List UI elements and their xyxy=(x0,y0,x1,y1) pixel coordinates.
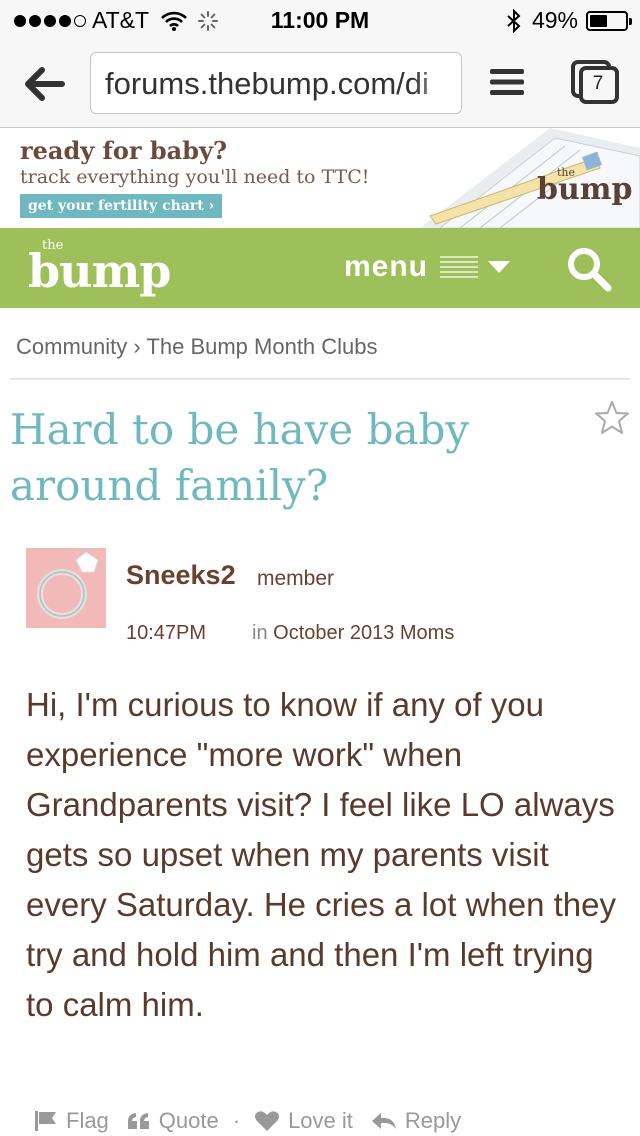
reply-label: Reply xyxy=(404,1108,462,1133)
url-fade xyxy=(413,53,461,113)
battery-percent: 49% xyxy=(531,7,578,33)
chevron-down-icon xyxy=(488,261,511,273)
url-text: forums.thebump.com/di xyxy=(105,66,429,101)
status-bar: AT&T 11:00 PM 49% xyxy=(0,0,640,40)
the-bump-logo[interactable]: the bump xyxy=(28,234,171,304)
site-header: the bump menu xyxy=(0,228,640,308)
thread-title: Hard to be have baby around family? xyxy=(10,405,470,510)
banner-brand-text: bump xyxy=(537,172,633,207)
reply-button[interactable]: Reply xyxy=(371,1108,461,1134)
fertility-chart-banner-ad[interactable]: ready for baby? track everything you'll … xyxy=(0,128,640,228)
flag-button[interactable]: Flag xyxy=(34,1108,109,1134)
love-it-button[interactable]: Love it xyxy=(254,1108,353,1134)
logo-text: bump xyxy=(28,244,171,298)
flag-icon xyxy=(35,1111,56,1131)
ring-avatar-image xyxy=(26,548,106,628)
post-location: in October 2013 Moms xyxy=(252,622,454,645)
tabs-count: 7 xyxy=(592,73,604,94)
love-it-label: Love it xyxy=(288,1108,353,1133)
post-actions: Flag Quote · Love it Reply xyxy=(34,1108,479,1134)
battery-icon xyxy=(586,10,632,31)
breadcrumb-month-clubs[interactable]: The Bump Month Clubs xyxy=(146,334,377,359)
site-menu-toggle[interactable]: menu xyxy=(344,250,511,284)
club-link[interactable]: October 2013 Moms xyxy=(273,622,454,644)
banner-brand-logo: the bump xyxy=(537,166,633,207)
banner-brand-small: the xyxy=(557,166,576,179)
search-icon[interactable] xyxy=(566,246,612,292)
post-in-label: in xyxy=(252,622,268,644)
flag-label: Flag xyxy=(66,1108,109,1133)
quote-button[interactable]: Quote xyxy=(127,1108,219,1134)
address-bar[interactable]: forums.thebump.com/di xyxy=(90,52,462,114)
status-right: 49% xyxy=(506,7,632,34)
breadcrumb-separator: › xyxy=(133,334,141,359)
divider xyxy=(10,378,630,380)
bluetooth-icon xyxy=(507,8,521,33)
breadcrumb: Community › The Bump Month Clubs xyxy=(16,334,378,360)
banner-subtitle: track everything you'll need to TTC! xyxy=(20,166,370,188)
menu-label: menu xyxy=(344,250,429,283)
post-timestamp: 10:47PM xyxy=(126,622,207,644)
menu-lines-icon xyxy=(440,256,479,278)
breadcrumb-community[interactable]: Community xyxy=(16,334,127,359)
quote-icon xyxy=(127,1113,149,1129)
browser-menu-icon[interactable] xyxy=(490,67,524,97)
heart-icon xyxy=(255,1111,280,1131)
avatar[interactable] xyxy=(26,548,106,628)
back-arrow-icon[interactable] xyxy=(22,64,66,104)
post-body: Hi, I'm curious to know if any of you ex… xyxy=(26,686,617,1023)
action-separator: · xyxy=(232,1108,241,1133)
browser-toolbar: forums.thebump.com/di 7 xyxy=(0,40,640,128)
star-favorite-icon[interactable] xyxy=(594,400,630,436)
battery-fill xyxy=(590,14,607,27)
quote-label: Quote xyxy=(158,1108,219,1133)
author-name[interactable]: Sneeks2 xyxy=(126,560,236,591)
banner-title: ready for baby? xyxy=(20,136,227,165)
reply-icon xyxy=(371,1113,396,1129)
fertility-chart-link[interactable]: get your fertility chart › xyxy=(20,194,223,218)
tabs-button[interactable]: 7 xyxy=(570,59,620,105)
author-role: member xyxy=(257,567,335,590)
